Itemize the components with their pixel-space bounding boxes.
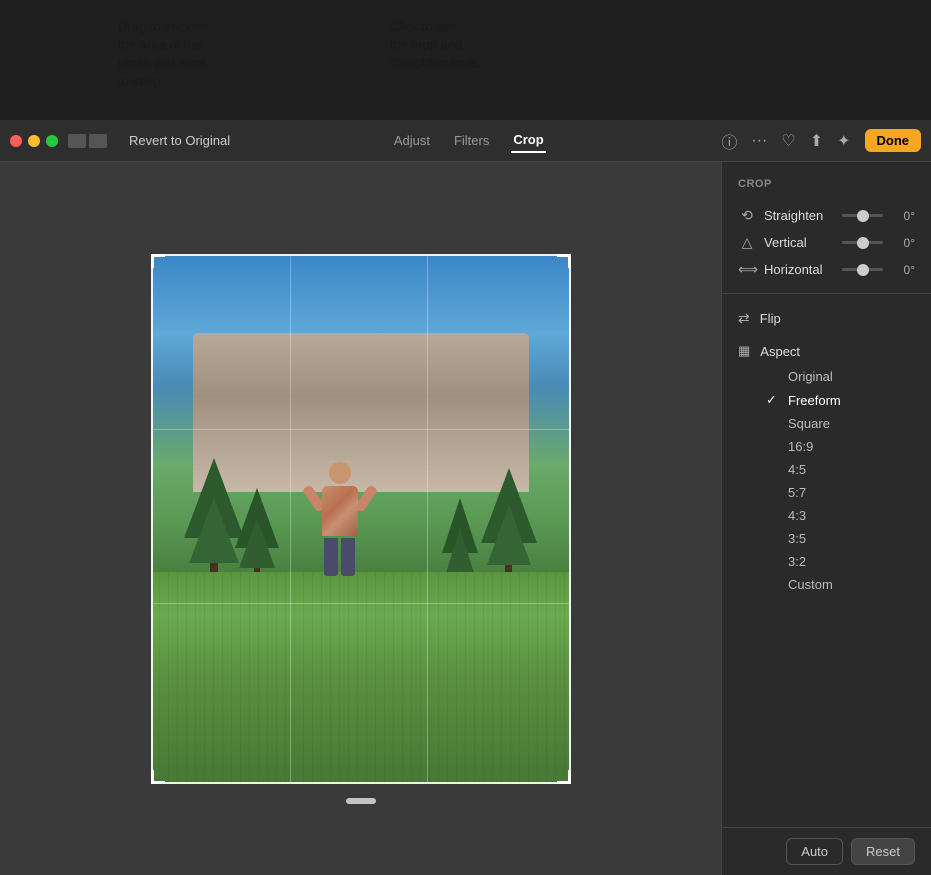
horizontal-slider[interactable] (842, 268, 883, 271)
tooltip-top-right: Click to see the crop and straighten too… (390, 18, 482, 73)
vertical-icon: △ (738, 234, 756, 251)
aspect-custom[interactable]: Custom (722, 573, 931, 596)
horizontal-control: ⟺ Horizontal 0° (722, 256, 931, 283)
more-icon[interactable]: ··· (751, 132, 767, 150)
info-icon[interactable]: ⓘ (721, 129, 737, 153)
share-icon[interactable]: ⬆ (810, 131, 823, 151)
wand-icon[interactable]: ✦ (837, 131, 850, 151)
aspect-freeform[interactable]: ✓ Freeform (722, 388, 931, 412)
straighten-label: Straighten (764, 208, 834, 223)
photo-container[interactable] (151, 254, 571, 784)
main-content (0, 162, 721, 875)
horizontal-thumb[interactable] (857, 264, 869, 276)
straighten-thumb[interactable] (857, 210, 869, 222)
revert-button[interactable]: Revert to Original (123, 131, 236, 150)
divider-1 (722, 293, 931, 294)
flip-action[interactable]: ⇄ Flip (722, 304, 931, 333)
straighten-value: 0° (891, 209, 915, 223)
horizontal-label: Horizontal (764, 262, 834, 277)
aspect-section: ▦ Aspect Original ✓ Freeform Square 16:9… (722, 333, 931, 600)
vertical-slider[interactable] (842, 241, 883, 244)
tab-adjust[interactable]: Adjust (392, 129, 432, 152)
sidebar-bottom-bar: Auto Reset (722, 827, 931, 875)
tooltip-top-left: Drag to enclose the area of the photo yo… (118, 18, 209, 91)
straighten-control: ⟲ Straighten 0° (722, 202, 931, 229)
tab-filters[interactable]: Filters (452, 129, 491, 152)
toolbar-icons: ⓘ ··· ♡ ⬆ ✦ (721, 129, 850, 153)
vertical-thumb[interactable] (857, 237, 869, 249)
aspect-original[interactable]: Original (722, 365, 931, 388)
close-button[interactable] (10, 135, 22, 147)
aspect-4-3[interactable]: 4:3 (722, 504, 931, 527)
done-button[interactable]: Done (865, 129, 922, 152)
aspect-label: Aspect (760, 344, 800, 359)
minimize-button[interactable] (28, 135, 40, 147)
maximize-button[interactable] (46, 135, 58, 147)
auto-button[interactable]: Auto (786, 838, 843, 865)
vertical-value: 0° (891, 236, 915, 250)
aspect-icon: ▦ (738, 343, 750, 359)
tab-group: Adjust Filters Crop (392, 128, 546, 153)
flip-icon: ⇄ (738, 310, 750, 327)
horizontal-icon: ⟺ (738, 261, 756, 278)
straighten-icon: ⟲ (738, 207, 756, 224)
aspect-16-9[interactable]: 16:9 (722, 435, 931, 458)
aspect-5-7[interactable]: 5:7 (722, 481, 931, 504)
straighten-slider[interactable] (842, 214, 883, 217)
titlebar: Revert to Original Adjust Filters Crop ⓘ… (0, 120, 931, 162)
aspect-square[interactable]: Square (722, 412, 931, 435)
vertical-label: Vertical (764, 235, 834, 250)
photo-image (151, 254, 571, 784)
tab-crop[interactable]: Crop (511, 128, 545, 153)
aspect-3-5[interactable]: 3:5 (722, 527, 931, 550)
horizontal-value: 0° (891, 263, 915, 277)
sidebar-title: CROP (722, 178, 931, 202)
aspect-4-5[interactable]: 4:5 (722, 458, 931, 481)
traffic-lights (10, 135, 58, 147)
aspect-3-2[interactable]: 3:2 (722, 550, 931, 573)
sidebar: CROP ⟲ Straighten 0° △ Vertical 0° ⟺ Hor… (721, 162, 931, 875)
vertical-control: △ Vertical 0° (722, 229, 931, 256)
person-subject (315, 462, 365, 582)
flip-label: Flip (760, 311, 781, 326)
view-toggle (68, 134, 107, 148)
reset-button[interactable]: Reset (851, 838, 915, 865)
grass-area (151, 572, 571, 784)
bottom-drag-handle[interactable] (346, 798, 376, 804)
view-single[interactable] (68, 134, 86, 148)
view-grid[interactable] (89, 134, 107, 148)
heart-icon[interactable]: ♡ (781, 131, 795, 151)
aspect-header[interactable]: ▦ Aspect (722, 337, 931, 365)
